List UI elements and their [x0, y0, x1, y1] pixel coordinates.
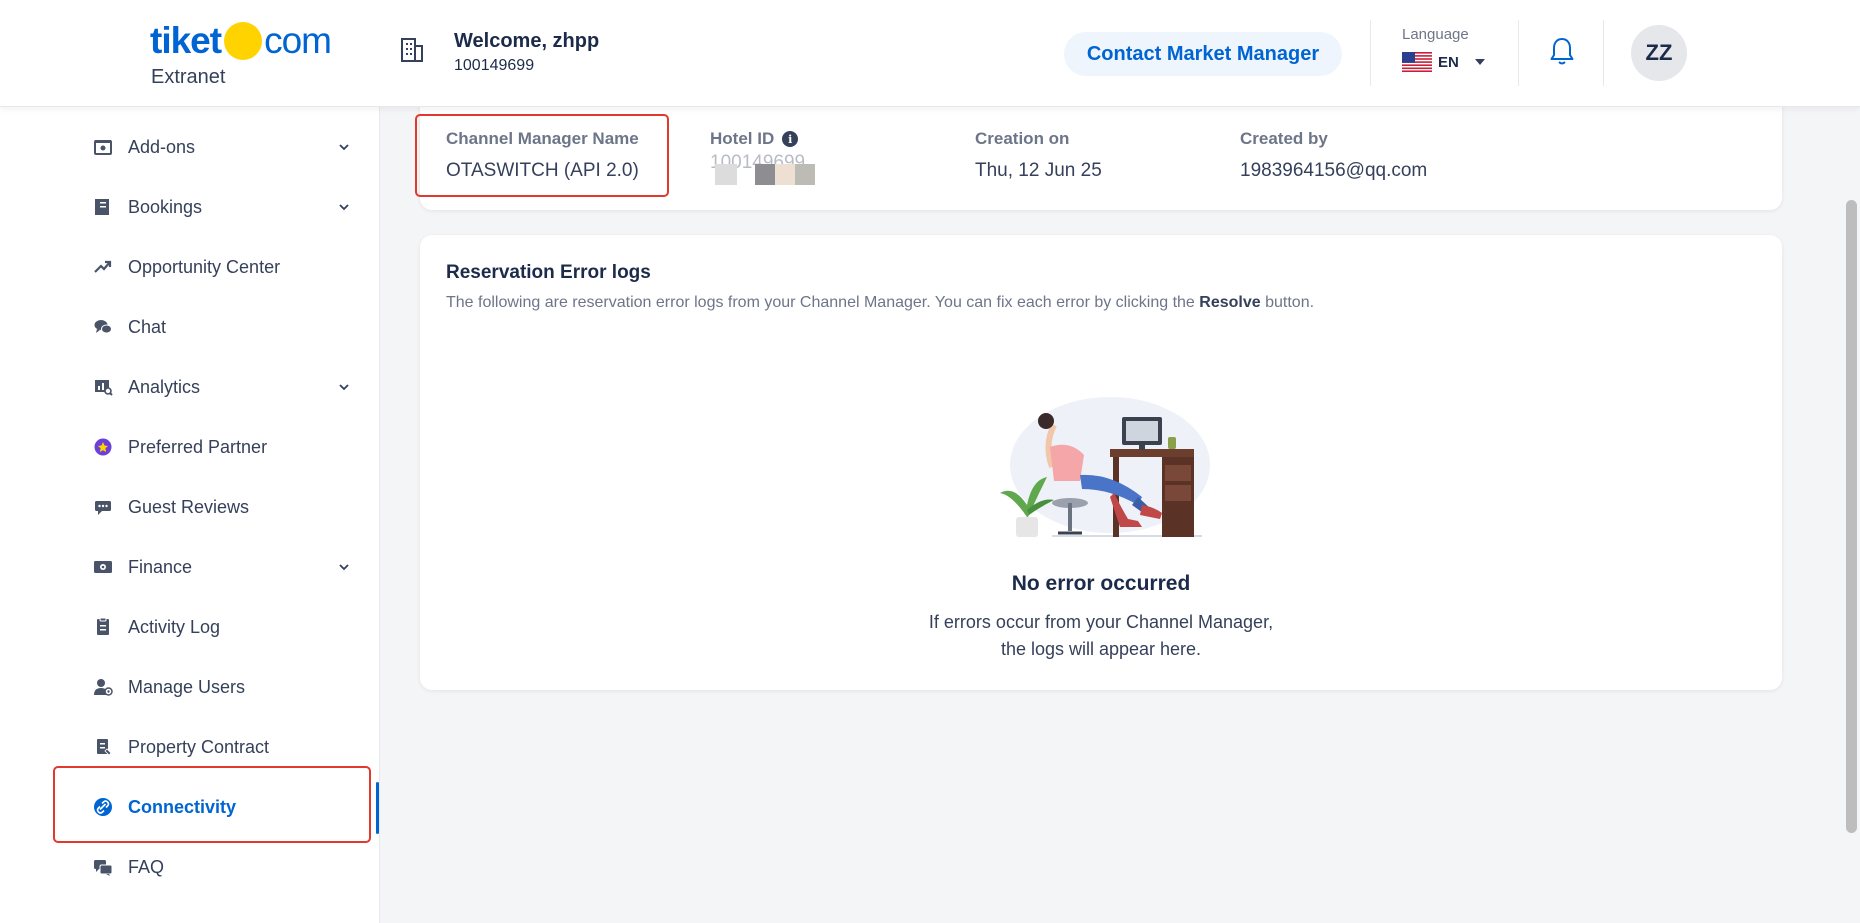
- bookings-icon: [95, 199, 109, 215]
- sidebar-item-label: FAQ: [128, 856, 165, 877]
- sidebar-item-label: Guest Reviews: [128, 496, 250, 517]
- channel-manager-value: OTASWITCH (API 2.0): [446, 160, 639, 181]
- info-icon[interactable]: i: [782, 131, 799, 147]
- sidebar-item-property-contract[interactable]: Property Contract: [0, 719, 380, 775]
- error-logs-description: The following are reservation error logs…: [446, 294, 1314, 312]
- sidebar-item-label: Preferred Partner: [128, 436, 268, 457]
- review-icon: [95, 501, 111, 515]
- empty-state-title: No error occurred: [1011, 572, 1191, 595]
- us-flag-icon: [1402, 52, 1432, 72]
- chevron-down-icon: [339, 144, 349, 151]
- addons-icon: [94, 140, 112, 155]
- reservation-error-logs-card: Reservation Error logs The following are…: [420, 235, 1782, 690]
- top-header: tiket com Extranet Welcome, zhpp 10014969…: [0, 0, 1860, 107]
- sidebar-item-opportunity-center[interactable]: Opportunity Center: [0, 239, 380, 295]
- caret-down-icon: [1474, 59, 1485, 65]
- creation-value: Thu, 12 Jun 25: [975, 160, 1102, 181]
- redaction-block: [775, 164, 795, 185]
- channel-manager-label: Channel Manager Name: [446, 129, 639, 148]
- empty-state-line-1: If errors occur from your Channel Manage…: [928, 612, 1274, 632]
- sidebar-item-label: Finance: [128, 556, 193, 577]
- hotel-id-label: Hotel ID: [710, 129, 775, 148]
- logo-subtitle: Extranet: [151, 66, 226, 88]
- relaxing-person-illustration: [1000, 397, 1210, 537]
- welcome-block: Welcome, zhpp 100149699: [400, 30, 599, 75]
- avatar[interactable]: ZZ: [1631, 25, 1687, 81]
- logo-wordmark: tiket com: [150, 20, 332, 62]
- sidebar-item-label: Connectivity: [128, 796, 237, 817]
- language-code: EN: [1438, 53, 1459, 71]
- empty-state-description: If errors occur from your Channel Manage…: [420, 609, 1782, 663]
- logo-text: tiket: [150, 20, 222, 61]
- contact-market-manager-button[interactable]: Contact Market Manager: [1064, 32, 1342, 76]
- contract-icon: [97, 739, 112, 756]
- tiket-logo[interactable]: tiket com Extranet: [150, 20, 332, 89]
- header-divider: [1518, 20, 1519, 86]
- redaction-block: [755, 164, 775, 185]
- link-icon: [94, 798, 112, 816]
- desc-resolve-bold: Resolve: [1199, 294, 1261, 311]
- chevron-down-icon: [339, 384, 349, 391]
- sidebar-item-label: Manage Users: [128, 676, 246, 697]
- logo-com-text: com: [264, 20, 332, 61]
- active-indicator: [376, 782, 379, 834]
- sidebar: Add-ons Bookings Opportunity Center Chat…: [0, 107, 380, 923]
- sidebar-item-manage-users[interactable]: Manage Users: [0, 659, 380, 715]
- sidebar-item-label: Bookings: [128, 196, 203, 217]
- creation-label: Creation on: [975, 129, 1070, 148]
- hotel-id-label-row: Hotel ID i: [710, 129, 820, 149]
- activity-log-icon: [97, 617, 109, 635]
- sidebar-item-finance[interactable]: Finance: [0, 539, 380, 595]
- sidebar-item-analytics[interactable]: Analytics: [0, 359, 380, 415]
- hotel-id-field: Hotel ID i 100149699: [710, 129, 820, 185]
- language-label: Language: [1402, 26, 1469, 43]
- chevron-down-icon: [339, 564, 349, 571]
- sidebar-item-label: Property Contract: [128, 736, 270, 757]
- sidebar-item-faq[interactable]: FAQ: [0, 839, 380, 895]
- redaction-block: [715, 164, 737, 185]
- chevron-down-icon: [339, 204, 349, 211]
- channel-manager-info-card: Channel Manager Name OTASWITCH (API 2.0)…: [420, 96, 1782, 210]
- created-by-field: Created by 1983964156@qq.com: [1240, 129, 1427, 182]
- hotel-code: 100149699: [454, 57, 535, 74]
- sidebar-item-label: Opportunity Center: [128, 256, 281, 277]
- trend-icon: [94, 260, 112, 273]
- created-by-label: Created by: [1240, 129, 1328, 148]
- page-scrollbar-thumb[interactable]: [1846, 200, 1857, 833]
- error-logs-title: Reservation Error logs: [446, 262, 651, 283]
- redaction-block: [795, 164, 815, 185]
- sidebar-item-preferred-partner[interactable]: Preferred Partner: [0, 419, 380, 475]
- sidebar-item-label: Activity Log: [128, 616, 221, 637]
- hotel-id-value-redacted: 100149699: [710, 152, 820, 185]
- badge-icon: [94, 438, 112, 456]
- desc-text: The following are reservation error logs…: [446, 294, 1200, 311]
- header-divider: [1370, 20, 1371, 86]
- created-by-value: 1983964156@qq.com: [1240, 160, 1428, 181]
- sidebar-item-bookings[interactable]: Bookings: [0, 179, 380, 235]
- user-icon: [94, 679, 113, 696]
- welcome-title: Welcome, zhpp: [454, 30, 600, 52]
- chat-icon: [94, 320, 112, 334]
- sidebar-item-label: Chat: [128, 316, 167, 337]
- logo-dot-icon: [224, 22, 263, 60]
- channel-manager-name-field: Channel Manager Name OTASWITCH (API 2.0): [446, 129, 639, 182]
- sidebar-item-connectivity[interactable]: Connectivity: [0, 779, 380, 835]
- header-divider: [1603, 20, 1604, 86]
- sidebar-item-addons[interactable]: Add-ons: [0, 119, 380, 175]
- language-selector[interactable]: Language EN: [1402, 26, 1485, 72]
- building-icon: [401, 38, 423, 62]
- sidebar-item-label: Add-ons: [128, 136, 196, 157]
- bell-icon[interactable]: [1549, 36, 1575, 66]
- faq-icon: [94, 860, 113, 876]
- finance-icon: [94, 561, 112, 573]
- sidebar-item-label: Analytics: [128, 376, 201, 397]
- creation-date-field: Creation on Thu, 12 Jun 25: [975, 129, 1102, 182]
- sidebar-item-guest-reviews[interactable]: Guest Reviews: [0, 479, 380, 535]
- empty-state-line-2: the logs will appear here.: [1000, 639, 1202, 659]
- sidebar-item-activity-log[interactable]: Activity Log: [0, 599, 380, 655]
- sidebar-item-chat[interactable]: Chat: [0, 299, 380, 355]
- analytics-icon: [95, 380, 113, 396]
- desc-text-end: button.: [1260, 294, 1315, 311]
